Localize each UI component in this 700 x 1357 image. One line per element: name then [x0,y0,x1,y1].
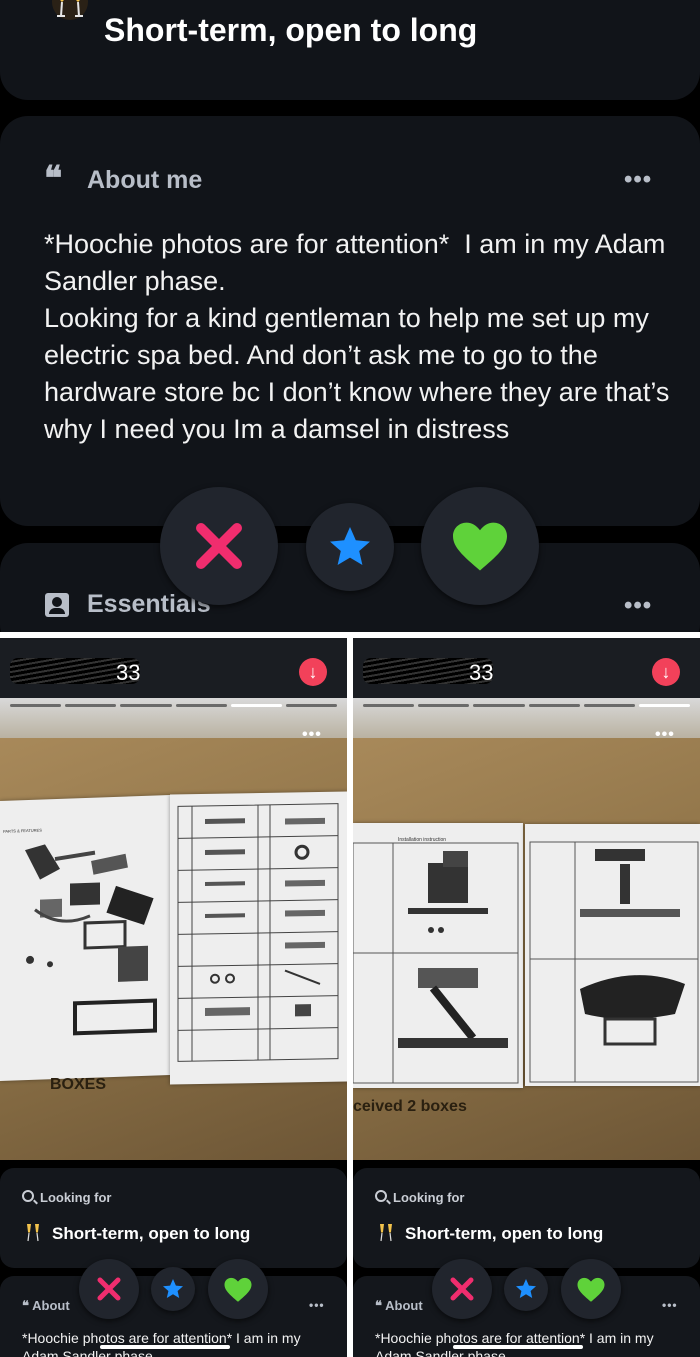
about-bio-small-line2: Adam Sandler phase [375,1348,506,1357]
nope-button-small[interactable] [79,1259,139,1319]
looking-for-card-small: Looking for Short-term, open to long [0,1168,347,1268]
install-diagram-right [529,841,699,1083]
looking-for-label: Looking for [40,1190,112,1205]
quote-icon: ❝ [44,159,63,199]
about-more-button-small[interactable]: ••• [309,1298,325,1312]
photo-more-button[interactable]: ••• [302,726,322,744]
looking-for-title-small: Short-term, open to long [52,1224,251,1243]
manual-left-page: Installation instruction [353,823,523,1088]
essentials-more-button[interactable]: ••• [624,592,652,620]
profile-age: 33 [116,660,141,685]
manual-right-page [525,824,700,1086]
profile-top-section: Short-term, open to long ❝ About me ••• … [0,0,700,653]
heart-icon [577,1277,605,1302]
super-like-button[interactable] [306,503,394,591]
champagne-glasses-icon [52,0,88,20]
super-like-button-small[interactable] [151,1267,195,1311]
photo-progress [363,704,691,707]
heart-icon [224,1277,252,1302]
about-header-small: ❝ About [22,1298,70,1314]
super-like-button-small[interactable] [504,1267,548,1311]
x-icon [450,1277,474,1301]
profile-photo[interactable]: 33 ↓ ••• Installation instruction ceived… [353,638,700,1160]
photo-progress [10,704,338,707]
expand-down-button[interactable]: ↓ [652,658,680,686]
about-more-button-small[interactable]: ••• [662,1298,678,1312]
heart-icon [453,522,507,571]
champagne-glasses-icon [27,1224,39,1242]
home-indicator [100,1345,230,1349]
about-bio-small-line1: *Hoochie photos are for attention* I am … [22,1330,301,1346]
looking-for-label: Looking for [393,1190,465,1205]
expand-down-button[interactable]: ↓ [299,658,327,686]
story-panel-right: 33 ↓ ••• Installation instruction ceived… [353,638,700,1357]
star-icon [330,527,370,565]
search-icon [22,1190,34,1202]
nope-button[interactable] [160,487,278,605]
looking-for-title-small: Short-term, open to long [405,1224,604,1243]
id-card-icon [45,593,69,617]
nope-button-small[interactable] [432,1259,492,1319]
like-button-small[interactable] [208,1259,268,1319]
about-me-header: About me [87,166,203,194]
looking-for-card-small: Looking for Short-term, open to long [353,1168,700,1268]
search-icon [375,1190,387,1202]
star-icon [516,1279,536,1298]
install-diagram [353,842,519,1084]
about-me-bio: *Hoochie photos are for attention* I am … [44,229,670,444]
about-bio-small-line2: Adam Sandler phase [22,1348,153,1357]
star-icon [163,1279,183,1298]
about-bio-small-line1: *Hoochie photos are for attention* I am … [375,1330,654,1346]
champagne-glasses-icon [380,1224,392,1242]
x-icon [97,1277,121,1301]
manual-right-page [170,791,347,1085]
story-panel-left: 33 ↓ ••• PARTS & FEATURES BOXES Looking … [0,638,347,1357]
looking-for-title: Short-term, open to long [104,12,478,48]
like-button-small[interactable] [561,1259,621,1319]
profile-age: 33 [469,660,494,685]
parts-diagram [25,844,157,1036]
manual-left-page: PARTS & FEATURES [0,795,170,1081]
about-more-button[interactable]: ••• [624,166,652,194]
parts-table [177,803,339,1062]
x-icon [196,523,242,569]
looking-for-card: Short-term, open to long [0,0,700,100]
profile-photo[interactable]: 33 ↓ ••• PARTS & FEATURES BOXES [0,638,347,1160]
like-button[interactable] [421,487,539,605]
about-header-small: ❝ About [375,1298,423,1314]
photo-more-button[interactable]: ••• [655,726,675,744]
home-indicator [453,1345,583,1349]
